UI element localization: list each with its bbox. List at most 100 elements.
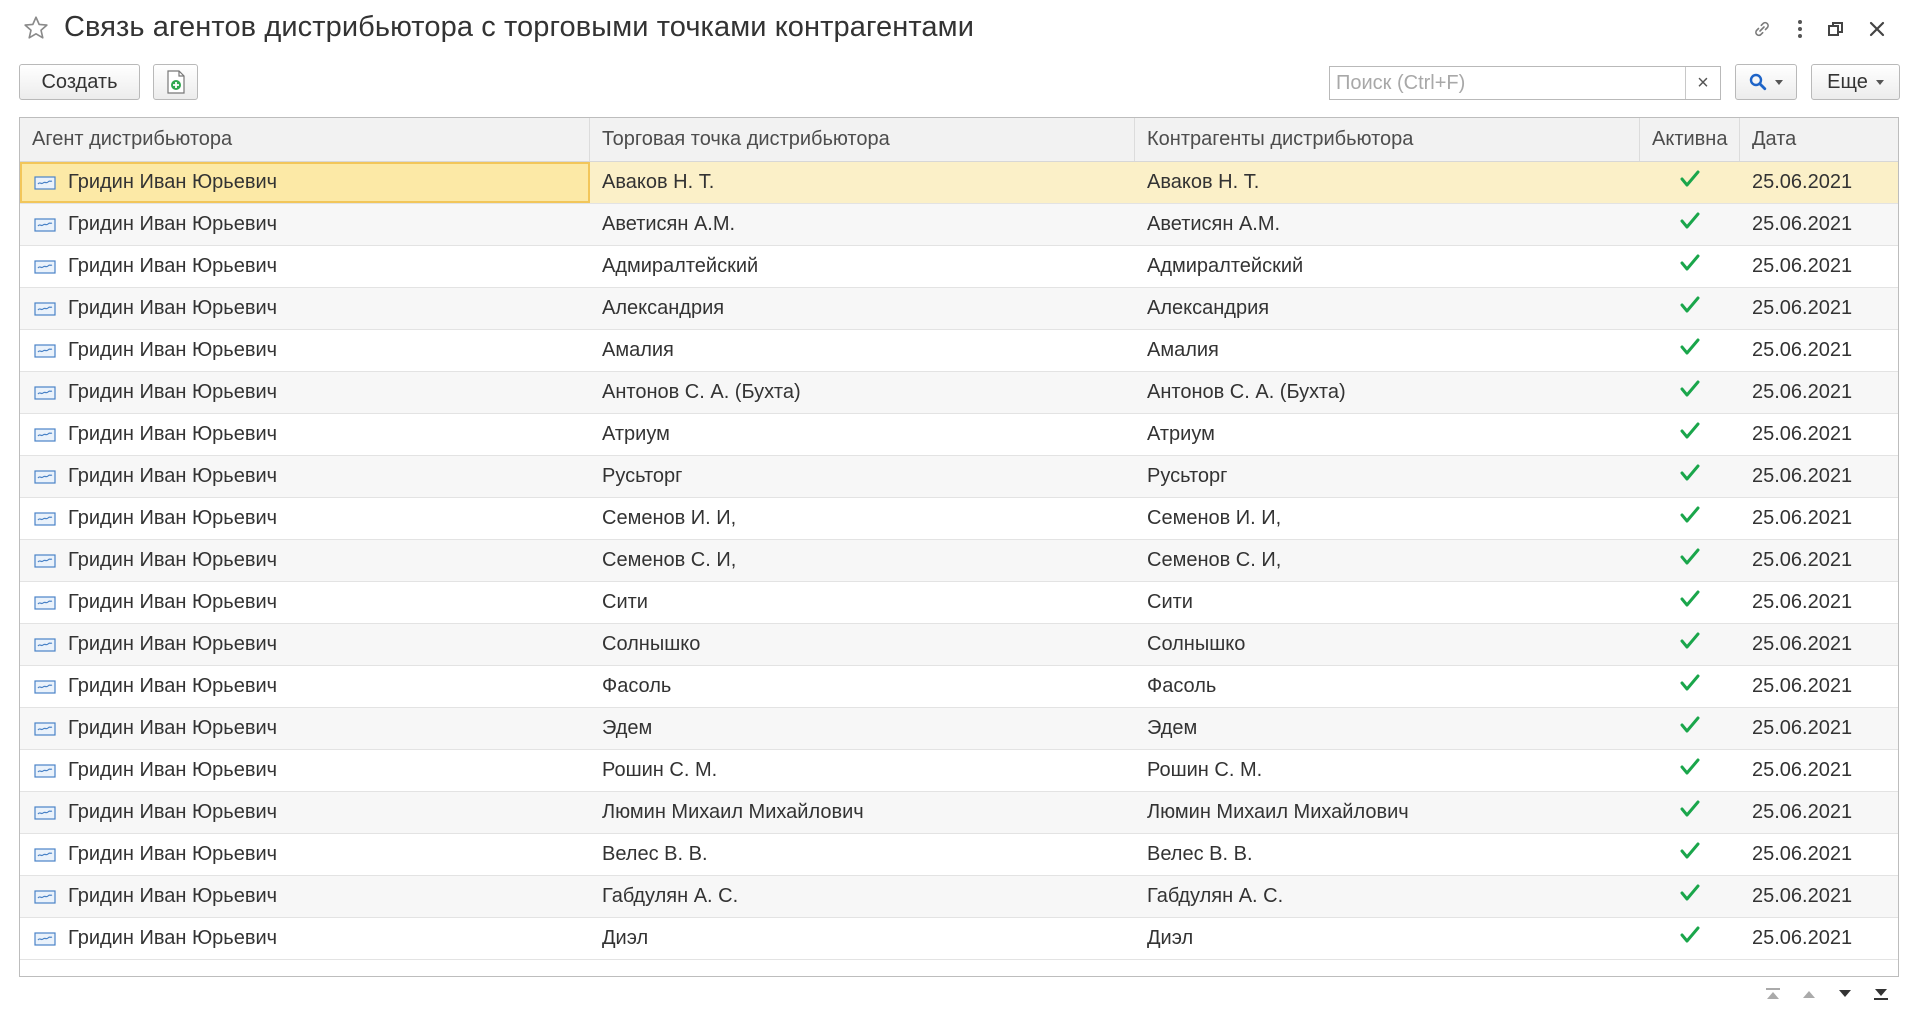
next-page-icon[interactable] <box>1828 977 1862 1011</box>
cell-trade-point[interactable]: Диэл <box>590 918 1135 959</box>
search-input[interactable] <box>1330 67 1685 99</box>
cell-contractor[interactable]: Люмин Михаил Михайлович <box>1135 792 1640 833</box>
cell-date[interactable]: 25.06.2021 <box>1740 246 1898 287</box>
table-row[interactable]: Гридин Иван Юрьевич Люмин Михаил Михайлов… <box>20 792 1898 834</box>
prev-page-icon[interactable] <box>1792 977 1826 1011</box>
cell-date[interactable]: 25.06.2021 <box>1740 498 1898 539</box>
first-page-icon[interactable] <box>1756 977 1790 1011</box>
star-icon[interactable] <box>22 14 50 42</box>
cell-trade-point[interactable]: Александрия <box>590 288 1135 329</box>
cell-agent[interactable]: Гридин Иван Юрьевич <box>20 624 590 665</box>
cell-date[interactable]: 25.06.2021 <box>1740 288 1898 329</box>
cell-trade-point[interactable]: Эдем <box>590 708 1135 749</box>
cell-contractor[interactable]: Атриум <box>1135 414 1640 455</box>
cell-trade-point[interactable]: Аваков Н. Т. <box>590 162 1135 203</box>
cell-date[interactable]: 25.06.2021 <box>1740 624 1898 665</box>
more-button[interactable]: Еще <box>1811 64 1900 100</box>
cell-contractor[interactable]: Велес В. В. <box>1135 834 1640 875</box>
cell-agent[interactable]: Гридин Иван Юрьевич <box>20 246 590 287</box>
cell-contractor[interactable]: Аветисян А.М. <box>1135 204 1640 245</box>
cell-agent[interactable]: Гридин Иван Юрьевич <box>20 540 590 581</box>
cell-trade-point[interactable]: Адмиралтейский <box>590 246 1135 287</box>
cell-contractor[interactable]: Адмиралтейский <box>1135 246 1640 287</box>
cell-date[interactable]: 25.06.2021 <box>1740 414 1898 455</box>
cell-trade-point[interactable]: Солнышко <box>590 624 1135 665</box>
cell-contractor[interactable]: Александрия <box>1135 288 1640 329</box>
cell-agent[interactable]: Гридин Иван Юрьевич <box>20 162 590 203</box>
column-header-active[interactable]: Активна <box>1640 118 1740 161</box>
table-row[interactable]: Гридин Иван Юрьевич Аветисян А.М. Аветисян… <box>20 204 1898 246</box>
cell-contractor[interactable]: Диэл <box>1135 918 1640 959</box>
cell-date[interactable]: 25.06.2021 <box>1740 204 1898 245</box>
cell-active[interactable] <box>1640 246 1740 287</box>
create-button[interactable]: Создать <box>19 64 140 100</box>
column-header-agent[interactable]: Агент дистрибьютора <box>20 118 590 161</box>
cell-date[interactable]: 25.06.2021 <box>1740 540 1898 581</box>
cell-contractor[interactable]: Русьторг <box>1135 456 1640 497</box>
cell-trade-point[interactable]: Фасоль <box>590 666 1135 707</box>
table-row[interactable]: Гридин Иван Юрьевич Рошин С. М. Рошин С. М… <box>20 750 1898 792</box>
table-row[interactable]: Гридин Иван Юрьевич Александрия Александри… <box>20 288 1898 330</box>
cell-contractor[interactable]: Сити <box>1135 582 1640 623</box>
cell-trade-point[interactable]: Рошин С. М. <box>590 750 1135 791</box>
cell-date[interactable]: 25.06.2021 <box>1740 876 1898 917</box>
cell-agent[interactable]: Гридин Иван Юрьевич <box>20 204 590 245</box>
cell-date[interactable]: 25.06.2021 <box>1740 792 1898 833</box>
cell-trade-point[interactable]: Антонов С. А. (Бухта) <box>590 372 1135 413</box>
cell-trade-point[interactable]: Семенов С. И, <box>590 540 1135 581</box>
cell-agent[interactable]: Гридин Иван Юрьевич <box>20 708 590 749</box>
cell-active[interactable] <box>1640 162 1740 203</box>
cell-active[interactable] <box>1640 666 1740 707</box>
table-row[interactable]: Гридин Иван Юрьевич Аваков Н. Т. Аваков Н.… <box>20 162 1898 204</box>
cell-active[interactable] <box>1640 876 1740 917</box>
cell-active[interactable] <box>1640 918 1740 959</box>
column-header-contractors[interactable]: Контрагенты дистрибьютора <box>1135 118 1640 161</box>
data-table[interactable]: Агент дистрибьютора Торговая точка дистр… <box>19 117 1899 977</box>
cell-contractor[interactable]: Фасоль <box>1135 666 1640 707</box>
search-button[interactable] <box>1735 64 1797 100</box>
cell-trade-point[interactable]: Аветисян А.М. <box>590 204 1135 245</box>
cell-trade-point[interactable]: Атриум <box>590 414 1135 455</box>
cell-date[interactable]: 25.06.2021 <box>1740 666 1898 707</box>
column-header-date[interactable]: Дата <box>1740 118 1898 161</box>
table-row[interactable]: Гридин Иван Юрьевич Диэл Диэл 25.06.2021 <box>20 918 1898 960</box>
cell-active[interactable] <box>1640 498 1740 539</box>
table-row[interactable]: Гридин Иван Юрьевич Эдем Эдем 25.06.2021 <box>20 708 1898 750</box>
cell-agent[interactable]: Гридин Иван Юрьевич <box>20 750 590 791</box>
cell-trade-point[interactable]: Велес В. В. <box>590 834 1135 875</box>
cell-active[interactable] <box>1640 330 1740 371</box>
cell-agent[interactable]: Гридин Иван Юрьевич <box>20 918 590 959</box>
table-row[interactable]: Гридин Иван Юрьевич Габдулян А. С. Габдуля… <box>20 876 1898 918</box>
cell-date[interactable]: 25.06.2021 <box>1740 708 1898 749</box>
table-row[interactable]: Гридин Иван Юрьевич Солнышко Солнышко 25.06… <box>20 624 1898 666</box>
cell-active[interactable] <box>1640 750 1740 791</box>
cell-trade-point[interactable]: Габдулян А. С. <box>590 876 1135 917</box>
cell-trade-point[interactable]: Семенов И. И, <box>590 498 1135 539</box>
cell-agent[interactable]: Гридин Иван Юрьевич <box>20 414 590 455</box>
table-row[interactable]: Гридин Иван Юрьевич Велес В. В. Велес В. В… <box>20 834 1898 876</box>
cell-agent[interactable]: Гридин Иван Юрьевич <box>20 456 590 497</box>
table-row[interactable]: Гридин Иван Юрьевич Семенов С. И, Семенов … <box>20 540 1898 582</box>
table-row[interactable]: Гридин Иван Юрьевич Амалия Амалия 25.06.202… <box>20 330 1898 372</box>
table-row[interactable]: Гридин Иван Юрьевич Атриум Атриум 25.06.202… <box>20 414 1898 456</box>
cell-contractor[interactable]: Семенов И. И, <box>1135 498 1640 539</box>
cell-contractor[interactable]: Аваков Н. Т. <box>1135 162 1640 203</box>
copy-button[interactable] <box>153 64 198 100</box>
cell-agent[interactable]: Гридин Иван Юрьевич <box>20 582 590 623</box>
cell-contractor[interactable]: Антонов С. А. (Бухта) <box>1135 372 1640 413</box>
cell-date[interactable]: 25.06.2021 <box>1740 582 1898 623</box>
cell-date[interactable]: 25.06.2021 <box>1740 750 1898 791</box>
close-icon[interactable] <box>1860 12 1894 46</box>
cell-contractor[interactable]: Амалия <box>1135 330 1640 371</box>
last-page-icon[interactable] <box>1864 977 1898 1011</box>
cell-active[interactable] <box>1640 582 1740 623</box>
table-row[interactable]: Гридин Иван Юрьевич Русьторг Русьторг 25.06… <box>20 456 1898 498</box>
cell-contractor[interactable]: Семенов С. И, <box>1135 540 1640 581</box>
cell-trade-point[interactable]: Русьторг <box>590 456 1135 497</box>
table-row[interactable]: Гридин Иван Юрьевич Фасоль Фасоль 25.06.202… <box>20 666 1898 708</box>
cell-agent[interactable]: Гридин Иван Юрьевич <box>20 330 590 371</box>
cell-active[interactable] <box>1640 456 1740 497</box>
cell-active[interactable] <box>1640 288 1740 329</box>
cell-active[interactable] <box>1640 624 1740 665</box>
cell-agent[interactable]: Гридин Иван Юрьевич <box>20 498 590 539</box>
